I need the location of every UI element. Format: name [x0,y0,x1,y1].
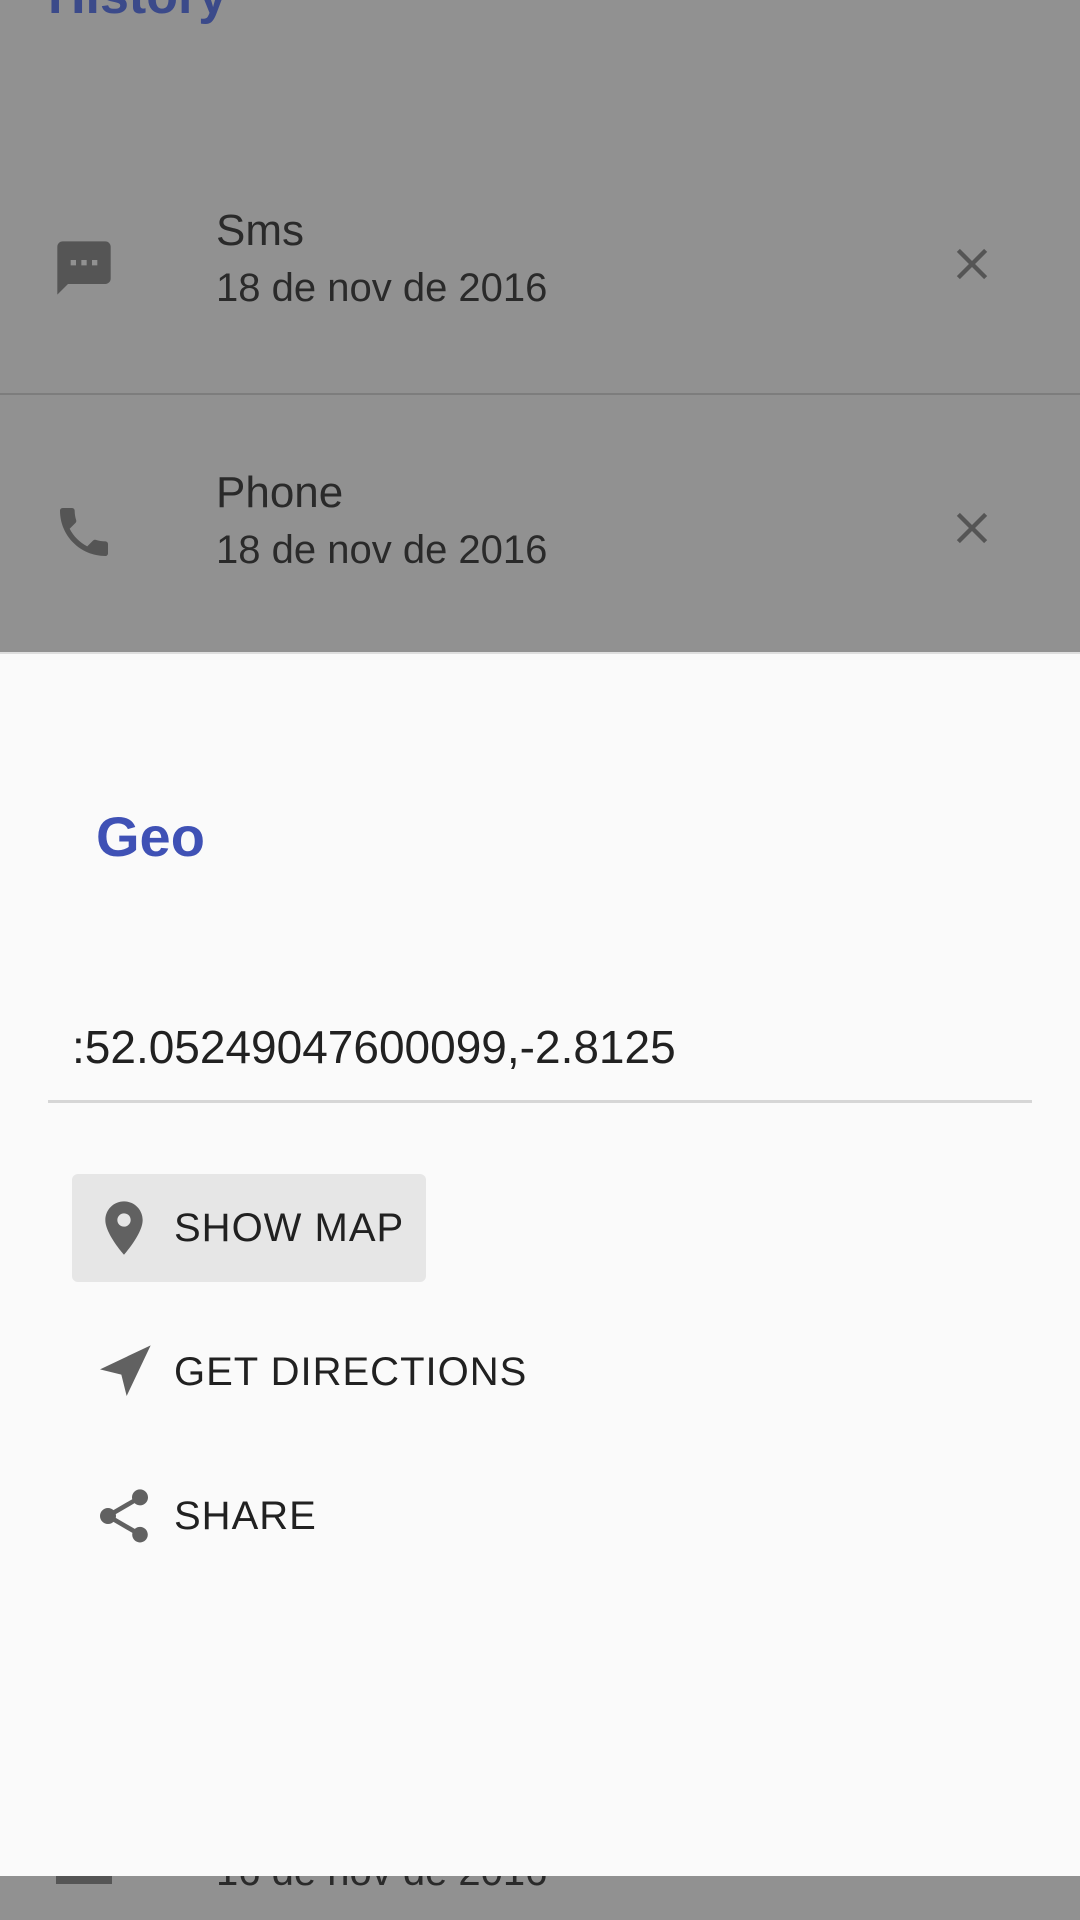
history-item-icon [56,1876,112,1884]
get-directions-label: GET DIRECTIONS [174,1349,528,1394]
close-icon[interactable] [946,238,998,290]
share-button[interactable]: SHARE [72,1462,339,1570]
map-pin-icon [105,1201,143,1255]
sheet-title: Geo [96,805,205,868]
history-item-date: 18 de nov de 2016 [216,528,548,572]
history-item-title: Phone [216,468,344,517]
geo-value-field: :52.05249047600099,-2.8125 [48,1020,1032,1103]
show-map-button[interactable]: SHOW MAP [72,1174,427,1282]
close-icon[interactable] [946,502,998,554]
geo-value-text: :52.05249047600099,-2.8125 [72,1021,676,1073]
get-directions-button[interactable]: GET DIRECTIONS [72,1318,549,1426]
history-item-title: Sms [216,206,304,255]
history-item-sms[interactable]: Sms 18 de nov de 2016 [0,130,1080,394]
show-map-label: SHOW MAP [174,1205,405,1250]
page-title: History [48,0,227,26]
divider [0,393,1080,395]
sms-icon [57,241,111,295]
share-icon [100,1489,148,1543]
share-label: SHARE [174,1493,317,1538]
navigation-icon [100,1345,151,1396]
history-item-phone[interactable]: Phone 18 de nov de 2016 [0,396,1080,660]
geo-result-sheet: Geo :52.05249047600099,-2.8125 SHOW MAP … [0,652,1080,1876]
phone-icon [60,508,108,556]
history-item-date: 18 de nov de 2016 [216,266,548,310]
